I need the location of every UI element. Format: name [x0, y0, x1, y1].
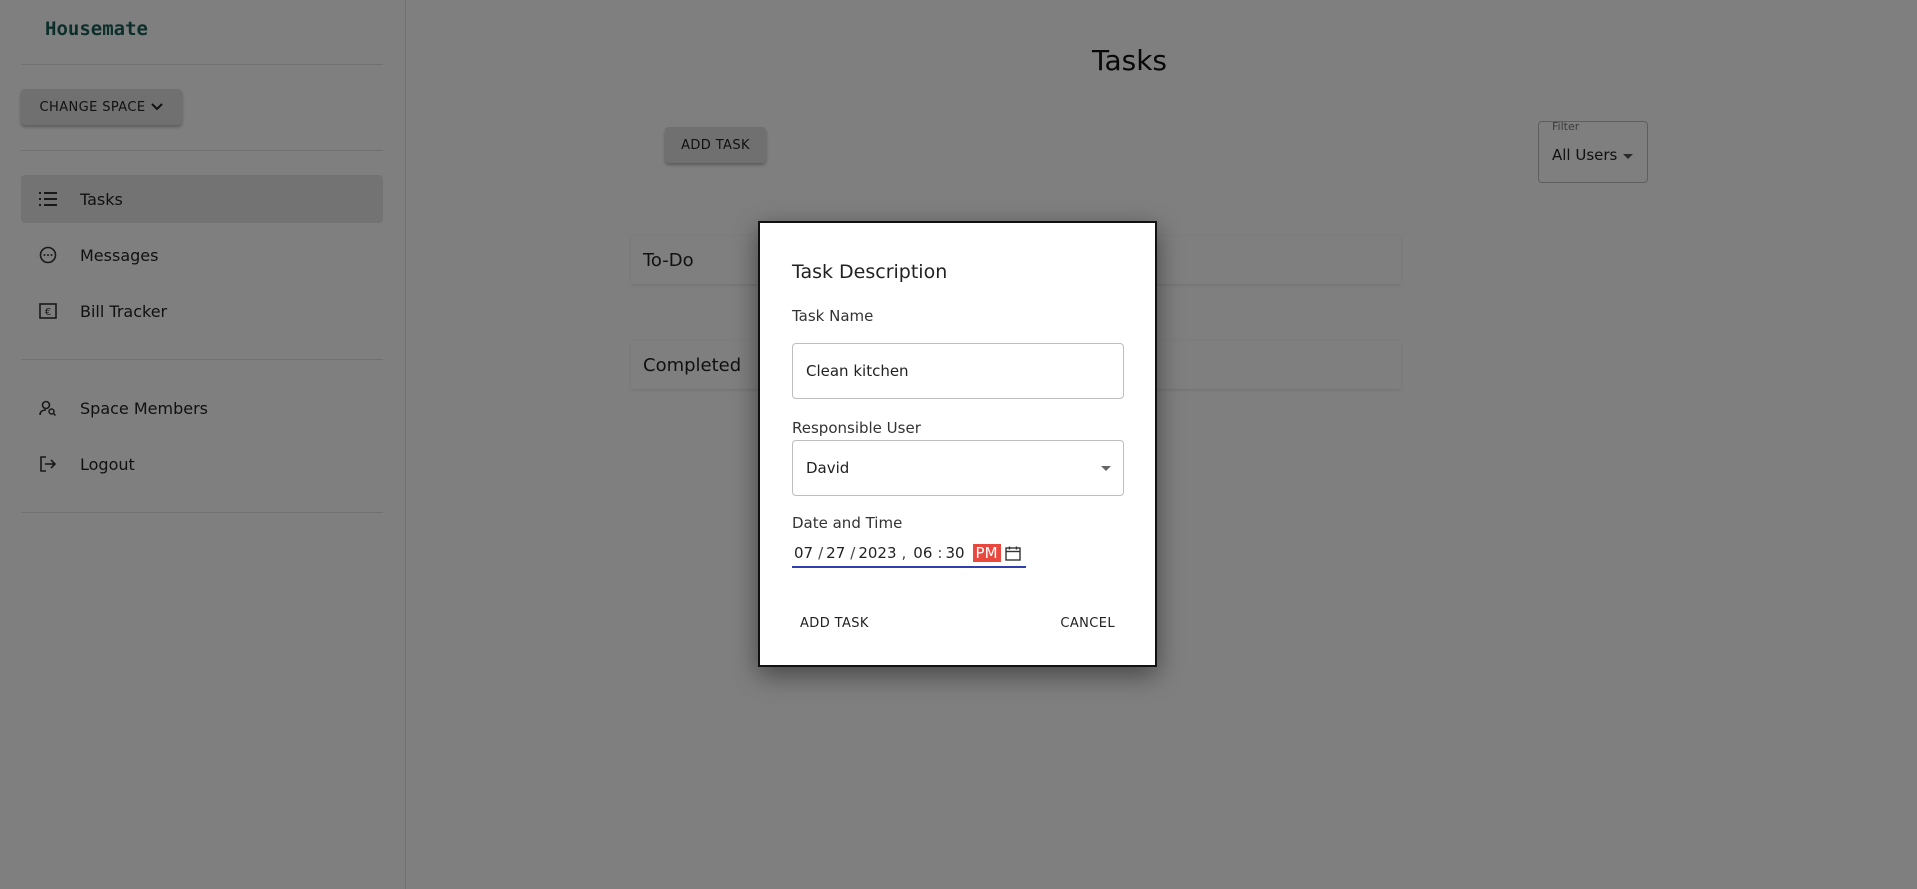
dialog-title: Task Description [792, 261, 948, 283]
responsible-user-value: David [806, 459, 850, 477]
time-hour[interactable]: 06 [913, 544, 932, 562]
calendar-icon[interactable] [1004, 546, 1021, 561]
task-name-value: Clean kitchen [806, 362, 909, 380]
caret-down-icon [1101, 466, 1111, 471]
date-separator: / [850, 544, 856, 562]
date-time-separator: , [901, 544, 907, 562]
app-root: Housemate CHANGE SPACE Tasks [0, 0, 1917, 889]
date-year[interactable]: 2023 [858, 544, 896, 562]
date-day[interactable]: 27 [826, 544, 845, 562]
date-separator: / [818, 544, 824, 562]
time-ampm[interactable]: PM [972, 544, 1001, 562]
task-dialog: Task Description Task Name Clean kitchen… [758, 221, 1157, 667]
responsible-user-label: Responsible User [792, 419, 921, 437]
date-time-label: Date and Time [792, 514, 903, 532]
task-name-label: Task Name [792, 307, 874, 325]
date-month[interactable]: 07 [794, 544, 813, 562]
time-separator: : [937, 544, 943, 562]
responsible-user-select[interactable]: David [792, 440, 1124, 496]
task-name-input[interactable]: Clean kitchen [792, 343, 1124, 399]
dialog-add-task-button[interactable]: ADD TASK [792, 605, 877, 641]
time-minute[interactable]: 30 [945, 544, 964, 562]
dialog-cancel-button[interactable]: CANCEL [1052, 605, 1123, 641]
date-time-input[interactable]: 07 / 27 / 2023 , 06 : 30 PM [792, 540, 1026, 568]
